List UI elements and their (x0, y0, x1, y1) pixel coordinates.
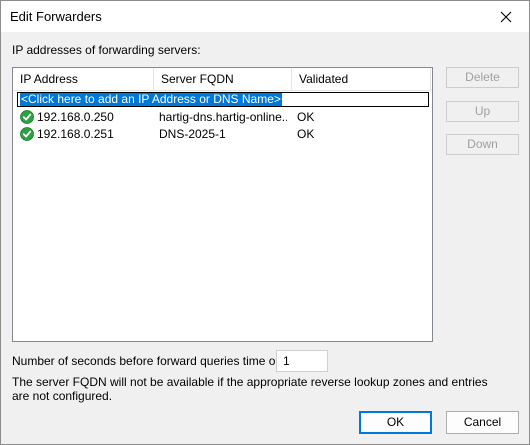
row-ip-address: 192.168.0.250 (37, 110, 114, 124)
row-validated: OK (297, 110, 315, 124)
delete-button-label: Delete (465, 70, 500, 84)
forwarders-list-label: IP addresses of forwarding servers: (12, 43, 201, 57)
fqdn-note: The server FQDN will not be available if… (12, 375, 488, 403)
close-icon (500, 11, 512, 22)
table-row[interactable]: 192.168.0.251 DNS-2025-1 OK (13, 126, 432, 143)
down-button-label: Down (467, 137, 498, 151)
ok-button[interactable]: OK (359, 411, 432, 434)
cancel-button-label: Cancel (463, 415, 502, 429)
title-bar: Edit Forwarders (1, 1, 529, 32)
column-header-ip-address[interactable]: IP Address (13, 68, 154, 90)
ok-button-label: OK (386, 415, 405, 429)
close-button[interactable] (483, 1, 529, 32)
column-header-validated[interactable]: Validated (292, 68, 431, 90)
validated-check-icon (20, 127, 34, 141)
row-validated: OK (297, 127, 315, 141)
add-address-prompt[interactable]: <Click here to add an IP Address or DNS … (20, 93, 282, 106)
row-server-fqdn: hartig-dns.hartig-online... (159, 110, 287, 124)
timeout-seconds-input[interactable] (276, 350, 328, 372)
down-button[interactable]: Down (446, 134, 519, 155)
validated-check-icon (20, 110, 34, 124)
edit-forwarders-dialog: Edit Forwarders IP addresses of forwardi… (0, 0, 530, 445)
up-button[interactable]: Up (446, 101, 519, 122)
table-row[interactable]: 192.168.0.250 hartig-dns.hartig-online..… (13, 109, 432, 126)
cancel-button[interactable]: Cancel (446, 411, 519, 434)
dialog-title: Edit Forwarders (10, 9, 102, 24)
row-ip-address: 192.168.0.251 (37, 127, 114, 141)
delete-button[interactable]: Delete (446, 67, 519, 88)
up-button-label: Up (474, 104, 491, 118)
add-address-edit-row[interactable]: <Click here to add an IP Address or DNS … (17, 92, 429, 107)
column-header-server-fqdn[interactable]: Server FQDN (154, 68, 292, 90)
row-server-fqdn: DNS-2025-1 (159, 127, 226, 141)
list-header: IP Address Server FQDN Validated (13, 68, 432, 91)
timeout-label: Number of seconds before forward queries… (12, 354, 289, 368)
forwarders-list[interactable]: IP Address Server FQDN Validated <Click … (12, 67, 433, 342)
